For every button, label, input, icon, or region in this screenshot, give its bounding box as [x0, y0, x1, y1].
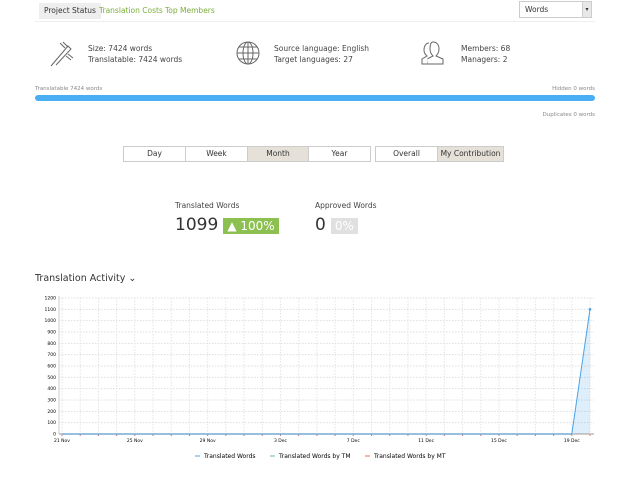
period-day-button[interactable]: Day — [123, 146, 186, 162]
series-area — [62, 309, 590, 434]
y-tick-label: 600 — [47, 364, 56, 370]
tab-translation-costs[interactable]: Translation Costs — [94, 3, 168, 19]
y-tick-label: 300 — [47, 398, 56, 404]
tab-top-members[interactable]: Top Members — [160, 3, 220, 19]
approved-percent-badge: 0% — [330, 218, 358, 234]
translated-percent-badge: ▲ 100% — [223, 218, 279, 234]
source-language-text: Source language: English — [274, 44, 370, 53]
y-tick-label: 400 — [47, 386, 56, 392]
x-tick-label: 3 Dec — [274, 438, 288, 444]
chevron-down-icon: ▾ — [582, 2, 591, 17]
y-tick-label: 900 — [47, 330, 56, 336]
y-tick-label: 1200 — [45, 296, 57, 302]
size-info: Size: 7424 words Translatable: 7424 words — [88, 43, 182, 65]
translatable-text: Translatable: 7424 words — [88, 55, 183, 64]
translated-words-value: 1099 — [175, 215, 219, 235]
y-tick-label: 200 — [47, 409, 56, 415]
target-languages-text: Target languages: 27 — [274, 55, 353, 64]
approved-words-stat: 0 0% — [315, 215, 358, 235]
activity-title[interactable]: Translation Activity ⌄ — [35, 273, 136, 284]
x-tick-label: 21 Nov — [54, 438, 70, 444]
language-info: Source language: English Target languages… — [274, 43, 369, 65]
period-month-button[interactable]: Month — [247, 146, 309, 162]
y-tick-label: 1100 — [45, 307, 57, 313]
managers-text: Managers: 2 — [461, 55, 508, 64]
activity-title-text: Translation Activity — [35, 273, 126, 284]
caliper-icon — [50, 41, 74, 67]
legend-label: Translated Words — [203, 453, 256, 460]
x-tick-label: 7 Dec — [347, 438, 361, 444]
translation-activity-chart: 0 100 200 300 400 500 600 700 800 900 1000 1100 1200… — [45, 296, 594, 460]
duplicates-label: Duplicates 0 words — [542, 112, 595, 118]
y-tick-label: 1000 — [45, 318, 57, 324]
translatable-label: Translatable 7424 words — [35, 86, 103, 92]
legend-label: Translated Words by MT — [373, 453, 446, 460]
series-line — [62, 309, 591, 435]
y-tick-label: 0 — [53, 432, 56, 438]
y-tick-label: 700 — [47, 352, 56, 358]
scope-overall-button[interactable]: Overall — [375, 146, 438, 162]
translated-words-stat: 1099 ▲ 100% — [175, 215, 279, 235]
members-info: Members: 68 Managers: 2 — [461, 43, 510, 65]
x-tick-label: 29 Nov — [200, 438, 216, 444]
approved-words-value: 0 — [315, 215, 326, 235]
divider — [35, 21, 595, 22]
y-tick-label: 100 — [47, 420, 56, 426]
data-point — [588, 308, 592, 311]
period-year-button[interactable]: Year — [308, 146, 371, 162]
size-text: Size: 7424 words — [88, 44, 153, 53]
globe-icon — [236, 41, 260, 65]
x-tick-label: 15 Dec — [491, 438, 507, 444]
x-tick-label: 19 Dec — [564, 438, 580, 444]
members-text: Members: 68 — [461, 44, 511, 53]
y-tick-label: 800 — [47, 341, 56, 347]
hidden-label: Hidden 0 words — [552, 86, 595, 92]
chevron-down-icon: ⌄ — [128, 273, 137, 284]
unit-select[interactable]: Words ▾ — [519, 1, 592, 18]
unit-select-value: Words — [525, 5, 549, 14]
translated-words-label: Translated Words — [175, 201, 240, 210]
progress-bar — [35, 95, 595, 101]
x-tick-label: 11 Dec — [418, 438, 434, 444]
approved-words-label: Approved Words — [315, 201, 377, 210]
period-week-button[interactable]: Week — [185, 146, 248, 162]
scope-my-contribution-button[interactable]: My Contribution — [437, 146, 504, 162]
members-icon — [421, 41, 444, 65]
legend-label: Translated Words by TM — [278, 453, 351, 460]
y-tick-label: 500 — [47, 375, 56, 381]
tab-project-status[interactable]: Project Status — [39, 3, 101, 19]
x-tick-label: 25 Nov — [127, 438, 143, 444]
